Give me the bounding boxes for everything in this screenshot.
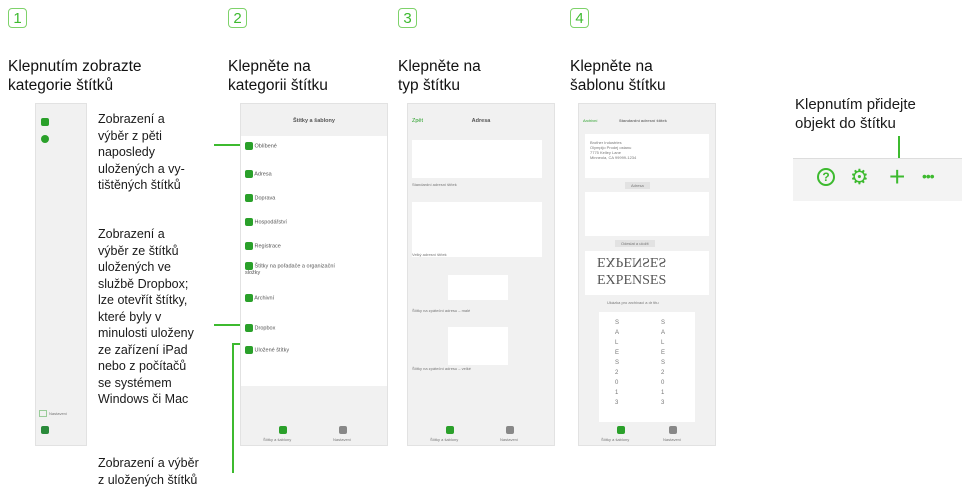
labels-tab-label: Štítky a šablony — [263, 437, 292, 442]
screen-3-types: Zpět Adresa Standardní adresní štítek Ve… — [407, 103, 555, 446]
annotation-dropbox: Zobrazení a výběr ze štítků uložených ve… — [98, 227, 194, 406]
labels-tab-icon[interactable] — [446, 426, 454, 434]
labels-tab-icon[interactable] — [279, 426, 287, 434]
connector-saved-vertical — [232, 343, 234, 473]
step-1-heading: Klepnutím zobrazte kategorie štítků — [8, 58, 142, 94]
template-preview[interactable] — [412, 140, 542, 178]
step-4-heading: Klepněte na šablonu štítku — [570, 58, 666, 94]
labels-tab-label: Štítky a šablony — [430, 437, 459, 442]
folder-icon — [245, 242, 253, 250]
template-preview[interactable] — [448, 275, 508, 300]
list-item[interactable]: Adresa — [245, 170, 272, 178]
annotation-saved: Zobrazení a výběr z uložených štítků — [98, 456, 199, 487]
list-item[interactable]: Registrace — [245, 242, 281, 250]
settings-tab-label: Nastavení — [663, 437, 682, 442]
list-item[interactable]: Archivní — [245, 294, 274, 302]
vertical-template[interactable]: SALES 2013 SALES 2013 — [599, 312, 695, 422]
user-icon[interactable] — [41, 426, 49, 434]
template-label: Štítky na zpáteční adresu – malé — [412, 308, 471, 313]
settings-tab-icon[interactable] — [339, 426, 347, 434]
address-template[interactable]: Brother Industries Olympijo Prodej ostan… — [585, 134, 709, 178]
binder-icon — [245, 262, 253, 270]
screen-4-templates: Archivní Standardní adresní štítek Broth… — [578, 103, 716, 446]
add-icon[interactable]: + — [889, 162, 905, 192]
step-1-badge: 1 — [8, 8, 27, 28]
send-save-button[interactable]: Odeslat a uložit — [615, 240, 655, 247]
screen-4-title: Standardní adresní štítek — [619, 118, 667, 123]
dropbox-icon — [245, 324, 253, 332]
saved-icon — [245, 346, 253, 354]
shipping-template[interactable] — [585, 192, 709, 236]
screen-1-sidebar: Nastavení — [35, 103, 87, 446]
help-icon[interactable]: ? — [817, 168, 835, 186]
list-item[interactable]: Štítky na pořadače a organizační složky — [245, 262, 345, 276]
settings-label: Nastavení — [49, 411, 68, 416]
template-preview[interactable] — [448, 327, 508, 365]
step-2-heading: Klepněte na kategorii štítku — [228, 58, 328, 94]
list-item[interactable]: Oblíbené — [245, 142, 277, 150]
heart-icon — [245, 142, 253, 150]
shipping-icon — [245, 194, 253, 202]
vertical-text-right: SALES 2013 — [661, 320, 666, 406]
settings-tab-icon[interactable] — [506, 426, 514, 434]
step-2-badge: 2 — [228, 8, 247, 28]
category-list: Oblíbené Adresa Doprava Hospodářství Reg… — [241, 136, 387, 386]
template-caption: Ukázka pro archivaci a dr titu — [607, 300, 659, 305]
templates-icon[interactable] — [41, 118, 49, 126]
list-item[interactable]: Doprava — [245, 194, 275, 202]
labels-tab-label: Štítky a šablony — [601, 437, 630, 442]
gear-icon[interactable]: ⚙ — [850, 165, 869, 190]
back-button[interactable]: Archivní — [583, 118, 597, 123]
template-preview[interactable] — [412, 202, 542, 257]
settings-tab-label: Nastavení — [500, 437, 519, 442]
connector-recent — [214, 144, 242, 146]
archive-icon — [245, 294, 253, 302]
step-3-badge: 3 — [398, 8, 417, 28]
template-label: Velký adresní štítek — [412, 252, 447, 257]
list-item[interactable]: Hospodářství — [245, 218, 287, 226]
template-label: Štítky na zpáteční adresu – velké — [412, 366, 471, 371]
expenses-text: EXPENSES — [597, 273, 667, 288]
screen-2-categories: Štítky a šablony Oblíbené Adresa Doprava… — [240, 103, 388, 446]
dropbox-icon[interactable] — [41, 135, 49, 143]
settings-icon[interactable] — [39, 410, 47, 417]
address-icon — [245, 170, 253, 178]
connector-dropbox — [214, 324, 242, 326]
expenses-template[interactable]: EXPENSES EXPENSES — [585, 251, 709, 295]
settings-tab-label: Nastavení — [333, 437, 352, 442]
template-label: Standardní adresní štítek — [412, 182, 457, 187]
address-button[interactable]: Adresa — [625, 182, 650, 189]
list-item[interactable]: Uložené štítky — [245, 346, 289, 354]
list-item[interactable]: Dropbox — [245, 324, 275, 332]
labels-tab-icon[interactable] — [617, 426, 625, 434]
sample-address: Brother Industries Olympijo Prodej ostan… — [590, 140, 637, 160]
home-icon — [245, 218, 253, 226]
annotation-recent: Zobrazení a výběr z pěti naposledy ulože… — [98, 112, 185, 192]
screen-2-title: Štítky a šablony — [293, 118, 335, 124]
vertical-text-left: SALES 2013 — [615, 320, 620, 406]
more-icon[interactable]: ••• — [922, 168, 935, 184]
editor-toolbar: ? ⚙ + ••• — [793, 158, 962, 201]
settings-tab-icon[interactable] — [669, 426, 677, 434]
annotation-add-object: Klepnutím přidejte objekt do štítku — [795, 96, 916, 132]
expenses-mirrored: EXPENSES — [597, 254, 667, 269]
step-3-heading: Klepněte na typ štítku — [398, 58, 481, 94]
step-4-badge: 4 — [570, 8, 589, 28]
screen-3-title: Adresa — [471, 118, 491, 124]
